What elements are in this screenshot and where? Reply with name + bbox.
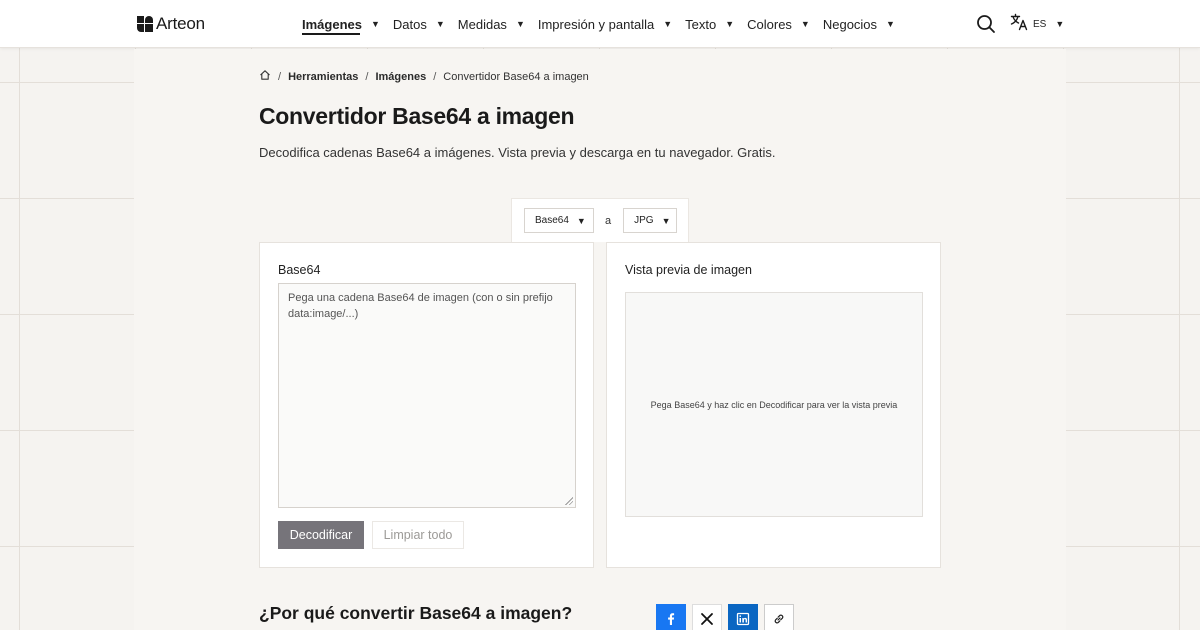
caret-down-icon: ▼ [661,215,671,226]
x-icon[interactable] [692,604,722,630]
caret-down-icon: ▼ [725,19,735,29]
nav-label: Imágenes [302,16,362,32]
caret-down-icon: ▼ [435,19,445,29]
input-placeholder: Pega una cadena Base64 de imagen (con o … [288,292,553,320]
nav-item-colores[interactable]: Colores ▼ [747,0,810,48]
breadcrumb: / Herramientas / Imágenes / Convertidor … [259,69,589,84]
breadcrumb-separator: / [433,70,437,83]
to-format-value: JPG [634,215,654,226]
nav-label: Colores [747,16,792,32]
breadcrumb-current: Convertidor Base64 a imagen [443,70,589,83]
input-card: Base64 Pega una cadena Base64 de imagen … [259,242,594,568]
nav-item-texto[interactable]: Texto ▼ [685,0,734,48]
preview-empty-message: Pega Base64 y haz clic en Decodificar pa… [650,399,898,410]
translate-icon [1010,13,1028,36]
home-icon[interactable] [259,69,271,84]
share-buttons [656,604,800,630]
nav-item-impresion[interactable]: Impresión y pantalla ▼ [538,0,672,48]
preview-label: Vista previa de imagen [625,263,752,277]
section-heading: ¿Por qué convertir Base64 a imagen? [259,603,573,623]
base64-input[interactable]: Pega una cadena Base64 de imagen (con o … [278,283,576,508]
nav-label: Negocios [822,16,878,32]
brand-logo[interactable]: Arteon [137,14,205,34]
nav-item-negocios[interactable]: Negocios ▼ [823,0,895,48]
nav-label: Medidas [457,16,507,32]
caret-down-icon: ▼ [370,19,380,29]
image-preview-area: Pega Base64 y haz clic en Decodificar pa… [625,292,923,517]
format-separator: a [605,214,612,227]
format-selector-bar: Base64 ▼ a JPG ▼ [511,198,689,242]
language-selector[interactable]: ES ▼ [1010,13,1065,36]
nav-item-datos[interactable]: Datos ▼ [393,0,445,48]
caret-down-icon: ▼ [886,19,895,29]
caret-down-icon: ▼ [800,19,810,29]
nav-label: Impresión y pantalla [537,16,655,32]
main-panel: / Herramientas / Imágenes / Convertidor … [134,49,1066,630]
nav-label: Texto [685,16,717,32]
nav-item-imagenes[interactable]: Imágenes ▼ [302,0,380,48]
linkedin-icon[interactable] [728,604,758,630]
caret-down-icon: ▼ [515,19,525,29]
breadcrumb-separator: / [365,70,369,83]
search-icon[interactable] [976,14,996,34]
page-title: Convertidor Base64 a imagen [259,103,575,129]
breadcrumb-imagenes[interactable]: Imágenes [375,71,426,83]
clear-all-button[interactable]: Limpiar todo [372,521,464,549]
breadcrumb-herramientas[interactable]: Herramientas [288,71,358,83]
main-nav: Imágenes ▼ Datos ▼ Medidas ▼ Impresión y… [302,0,908,48]
breadcrumb-separator: / [278,70,282,83]
link-icon[interactable] [764,604,794,630]
input-label: Base64 [278,263,321,277]
resize-handle-icon[interactable] [565,497,573,505]
caret-down-icon: ▼ [576,215,586,226]
site-header: Arteon Imágenes ▼ Datos ▼ Medidas ▼ Impr… [0,0,1200,48]
caret-down-icon: ▼ [663,19,673,29]
nav-item-medidas[interactable]: Medidas ▼ [458,0,525,48]
language-code: ES [1033,18,1047,30]
to-format-select[interactable]: JPG ▼ [623,208,678,233]
from-format-value: Base64 [535,215,569,226]
nav-label: Datos [392,16,427,32]
brand-name: Arteon [156,14,205,33]
from-format-select[interactable]: Base64 ▼ [524,208,594,233]
page-subtitle: Decodifica cadenas Base64 a imágenes. Vi… [259,145,776,160]
facebook-icon[interactable] [656,604,686,630]
caret-down-icon: ▼ [1055,19,1065,29]
decode-button[interactable]: Decodificar [278,521,364,549]
logo-icon [137,16,153,32]
preview-card: Vista previa de imagen Pega Base64 y haz… [606,242,941,568]
